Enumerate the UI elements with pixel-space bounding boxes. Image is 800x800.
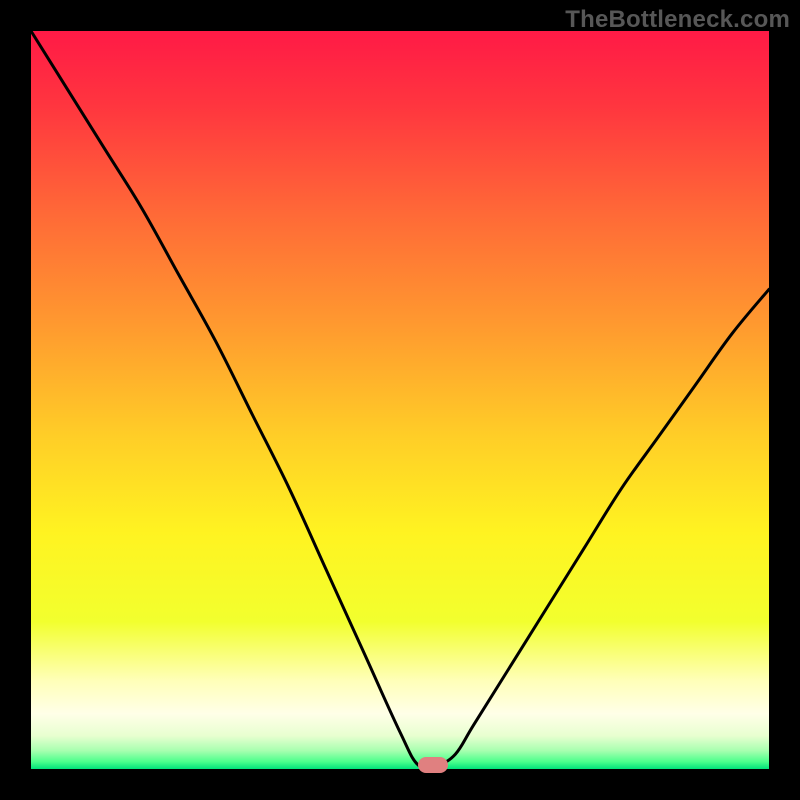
optimal-point-marker xyxy=(418,757,448,773)
chart-frame: TheBottleneck.com xyxy=(0,0,800,800)
bottleneck-chart xyxy=(0,0,800,800)
